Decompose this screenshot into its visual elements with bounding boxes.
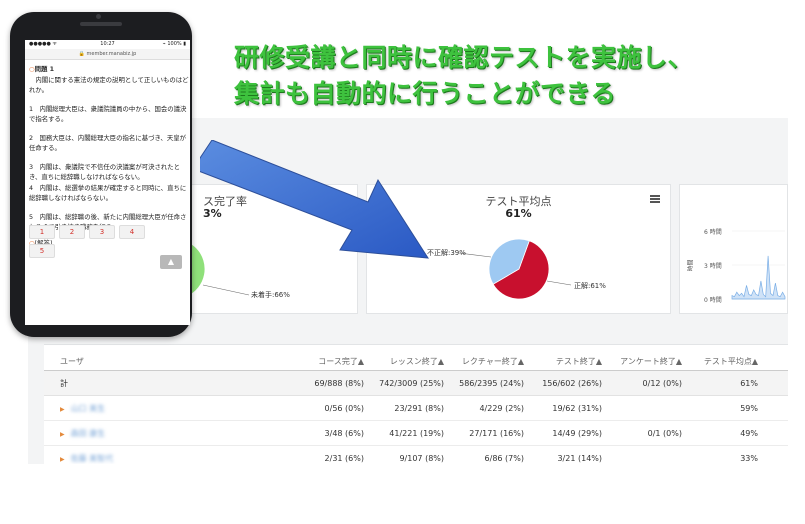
status-bar: ●●●●● ᯤ 10:27 ⌁ 100% ▮ [25,40,190,49]
option-text-1: 1 内閣総理大臣は、衆議院議員の中から、国会の議決で指名する。 [29,105,187,123]
choice-button-4[interactable]: 4 [119,225,145,239]
test-avg-cell: 49% [740,429,758,438]
lecture-cell: 6/86 (7%) [484,454,524,463]
choice-button-2[interactable]: 2 [59,225,85,239]
table-row[interactable]: ▶ 佐藤 美智代 2/31 (6%) 9/107 (8%) 6/86 (7%) 3… [44,446,788,464]
total-test-avg: 61% [740,379,758,388]
test-cell: 19/62 (31%) [552,404,602,413]
user-name[interactable]: 佐藤 美智代 [71,454,114,463]
choice-button-3[interactable]: 3 [89,225,115,239]
total-test: 156/602 (26%) [542,379,602,388]
pointer-arrow-icon [200,140,429,259]
question-text: 内閣に関する憲法の規定の説明として正しいものはどれか。 [29,76,189,94]
user-cell[interactable]: ▶ 森田 康生 [60,421,180,447]
total-lecture: 586/2395 (24%) [459,379,524,388]
total-survey: 0/12 (0%) [642,379,682,388]
expand-arrow-icon[interactable]: ▶ [60,456,65,463]
test-avg-cell: 33% [740,454,758,463]
headline-line-1: 研修受講と同時に確認テストを実施し、 [234,43,694,72]
survey-cell: 0/1 (0%) [647,429,682,438]
user-cell[interactable]: ▶ 山口 美生 [60,396,180,422]
scroll-to-top-button[interactable]: ▲ [160,255,182,269]
lecture-cell: 27/171 (16%) [469,429,524,438]
study-time-card: 6 時間 3 時間 0 時間 時間 [679,184,788,314]
course-cell: 0/56 (0%) [324,404,364,413]
user-progress-table: ユーザ コース完了▲ レッスン終了▲ レクチャー終了▲ テスト終了▲ アンケート… [44,344,788,464]
user-name[interactable]: 森田 康生 [71,429,106,438]
course-cell: 2/31 (6%) [324,454,364,463]
col-header-survey[interactable]: アンケート終了▲ [604,353,682,371]
table-row[interactable]: ▶ 森田 康生 3/48 (6%) 41/221 (19%) 27/171 (16… [44,421,788,446]
battery-indicator: ⌁ 100% ▮ [162,41,186,47]
table-header-row: ユーザ コース完了▲ レッスン終了▲ レクチャー終了▲ テスト終了▲ アンケート… [44,353,788,371]
pie-label-correct: 正解:61% [574,282,606,290]
col-header-user[interactable]: ユーザ [60,353,180,371]
study-time-chart [731,230,786,300]
lesson-cell: 9/107 (8%) [399,454,444,463]
option-text-4: 4 内閣は、総選挙の結果が確定すると同時に、直ちに総辞職しなければならない。 [29,184,187,202]
user-name[interactable]: 山口 美生 [71,404,106,413]
col-header-lesson[interactable]: レッスン終了▲ [364,353,444,371]
choice-button-5[interactable]: 5 [29,244,55,258]
expand-arrow-icon[interactable]: ▶ [60,431,65,438]
expand-arrow-icon[interactable]: ▶ [60,406,65,413]
headline: 研修受講と同時に確認テストを実施し、 集計も自動的に行うことができる [234,40,794,112]
option-text-3: 3 内閣は、衆議院で不信任の決議案が可決されたとき、直ちに総辞職しなければならな… [29,163,181,181]
user-cell[interactable]: ▶ 佐藤 美智代 [60,446,180,464]
col-header-lecture[interactable]: レクチャー終了▲ [444,353,524,371]
col-header-course[interactable]: コース完了▲ [284,353,364,371]
course-cell: 3/48 (6%) [324,429,364,438]
test-cell: 14/49 (29%) [552,429,602,438]
col-header-test[interactable]: テスト終了▲ [524,353,602,371]
phone-speaker [80,22,122,26]
test-avg-cell: 59% [740,404,758,413]
choice-button-1[interactable]: 1 [29,225,55,239]
completion-legend-label: 未着手:66% [251,291,290,299]
completion-pie-leader [202,284,250,296]
pie-label-incorrect: 不正解:39% [427,249,466,257]
correct-leader-line [546,280,572,286]
lecture-cell: 4/229 (2%) [479,404,524,413]
phone-camera-icon [96,14,101,19]
total-course: 69/888 (8%) [314,379,364,388]
option-text-2: 2 国務大臣は、内閣総理大臣の指名に基づき、天皇が任命する。 [29,134,186,152]
total-label: 計 [60,379,68,388]
phone-screen: ●●●●● ᯤ 10:27 ⌁ 100% ▮ 🔒 member.manabiz.… [25,40,190,325]
test-cell: 3/21 (14%) [557,454,602,463]
lesson-cell: 23/291 (8%) [394,404,444,413]
table-row[interactable]: ▶ 山口 美生 0/56 (0%) 23/291 (8%) 4/229 (2%) … [44,396,788,421]
col-header-test-avg[interactable]: テスト平均点▲ [684,353,758,371]
quiz-content: ○問題 1 内閣に関する憲法の規定の説明として正しいものはどれか。 1 内閣総理… [29,64,190,248]
study-time-area [731,255,786,300]
total-lesson: 742/3009 (25%) [379,379,444,388]
question-label: ○問題 1 [29,64,190,74]
headline-line-2: 集計も自動的に行うことができる [234,79,617,108]
table-total-row: 計 69/888 (8%) 742/3009 (25%) 586/2395 (2… [44,371,788,396]
lesson-cell: 41/221 (19%) [389,429,444,438]
question-label-text: 問題 1 [34,65,55,73]
browser-url-bar[interactable]: 🔒 member.manabiz.jp [25,49,190,60]
